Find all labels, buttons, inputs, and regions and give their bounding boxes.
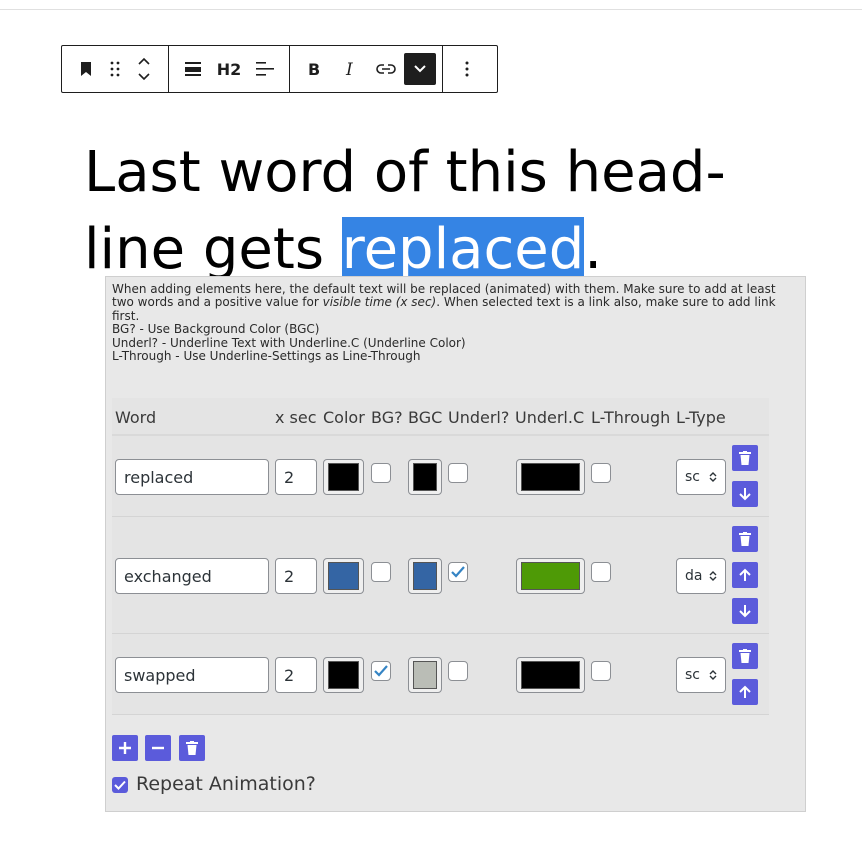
more-rich-text-icon[interactable]	[404, 53, 436, 85]
delete-row-button[interactable]	[732, 445, 758, 471]
svg-text:I: I	[345, 61, 353, 77]
line-through-checkbox[interactable]	[591, 661, 611, 681]
col-header-word: Word	[115, 408, 157, 427]
xsec-input[interactable]: 2	[275, 558, 317, 594]
color-swatch[interactable]	[323, 558, 364, 594]
xsec-input[interactable]: 2	[275, 657, 317, 693]
headline-line1: Last word of this head-	[84, 140, 726, 205]
xsec-input[interactable]: 2	[275, 459, 317, 495]
move-up-button[interactable]	[732, 679, 758, 705]
bookmark-icon[interactable]	[68, 51, 104, 87]
line-type-select[interactable]: da	[676, 558, 726, 594]
note-emphasis: visible time (x sec)	[322, 295, 437, 310]
add-row-button[interactable]	[112, 735, 138, 761]
delete-all-button[interactable]	[179, 735, 205, 761]
top-divider	[0, 9, 862, 10]
repeat-animation-checkbox[interactable]	[112, 777, 128, 793]
move-up-down-icon[interactable]	[126, 51, 162, 87]
italic-icon[interactable]: I	[332, 51, 368, 87]
line-type-value: da	[685, 568, 703, 584]
note-line: first.	[112, 308, 140, 323]
headline-line2: line gets	[84, 217, 342, 282]
line-through-checkbox[interactable]	[591, 463, 611, 483]
bgc-swatch[interactable]	[408, 558, 442, 594]
note-line: two words and a positive value for	[112, 295, 319, 310]
line-type-value: sc	[685, 667, 700, 683]
underline-color-swatch[interactable]	[516, 459, 585, 495]
selected-word[interactable]: replaced	[341, 217, 585, 282]
toolbar-group-block	[62, 46, 169, 92]
bg-checkbox[interactable]	[371, 463, 391, 483]
link-icon[interactable]	[368, 51, 404, 87]
note-line: . When selected text is a link also, mak…	[436, 295, 776, 310]
toolbar-group-options	[443, 46, 491, 92]
bold-icon[interactable]: B	[296, 51, 332, 87]
words-table: Word x sec Color BG? BGC Underl? Underl.…	[112, 398, 769, 715]
word-replace-panel: When adding elements here, the default t…	[105, 276, 806, 812]
line-through-checkbox[interactable]	[591, 562, 611, 582]
delete-row-button[interactable]	[732, 643, 758, 669]
svg-text:B: B	[308, 61, 320, 77]
underline-checkbox[interactable]	[448, 661, 468, 681]
bg-checkbox[interactable]	[371, 562, 391, 582]
align-icon[interactable]	[175, 51, 211, 87]
remove-row-button[interactable]	[145, 735, 171, 761]
word-input[interactable]: replaced	[115, 459, 269, 495]
move-down-button[interactable]	[732, 598, 758, 624]
col-header-color: Color	[323, 408, 365, 427]
line-type-select[interactable]: sc	[676, 657, 726, 693]
toolbar-group-format: B I	[290, 46, 443, 92]
row-divider	[112, 714, 769, 715]
bg-checkbox[interactable]	[371, 661, 391, 681]
note-line: BG? - Use Background Color (BGC)	[112, 322, 320, 337]
block-toolbar: H2 B I	[61, 45, 498, 93]
color-swatch[interactable]	[323, 657, 364, 693]
col-header-xsec: x sec	[275, 408, 317, 427]
toolbar-group-heading: H2	[169, 46, 290, 92]
col-header-ltype: L-Type	[676, 408, 726, 427]
headline-period: .	[584, 217, 603, 282]
headline[interactable]: Last word of this head-line gets replace…	[84, 134, 784, 288]
line-type-select[interactable]: sc	[676, 459, 726, 495]
word-input[interactable]: exchanged	[115, 558, 269, 594]
drag-handle-icon[interactable]	[104, 51, 126, 87]
heading-level-button[interactable]: H2	[211, 51, 247, 87]
options-icon[interactable]	[449, 51, 485, 87]
col-header-lthrough: L-Through	[591, 408, 671, 427]
instructions-note: When adding elements here, the default t…	[112, 282, 792, 364]
note-line: When adding elements here, the default t…	[112, 282, 776, 296]
move-up-button[interactable]	[732, 562, 758, 588]
row-divider	[112, 633, 769, 634]
col-header-underlc: Underl.C	[515, 408, 585, 427]
row-divider	[112, 516, 769, 517]
bgc-swatch[interactable]	[408, 459, 442, 495]
col-header-bgc: BGC	[408, 408, 443, 427]
text-align-icon[interactable]	[247, 51, 283, 87]
header-divider	[112, 434, 769, 436]
underline-checkbox[interactable]	[448, 562, 468, 582]
delete-row-button[interactable]	[732, 526, 758, 552]
col-header-bg: BG?	[371, 408, 403, 427]
col-header-underl: Underl?	[448, 408, 510, 427]
color-swatch[interactable]	[323, 459, 364, 495]
repeat-animation-label: Repeat Animation?	[136, 773, 316, 795]
underline-checkbox[interactable]	[448, 463, 468, 483]
note-line: Underl? - Underline Text with Underline.…	[112, 335, 466, 350]
underline-color-swatch[interactable]	[516, 558, 585, 594]
word-input[interactable]: swapped	[115, 657, 269, 693]
line-type-value: sc	[685, 469, 700, 485]
note-line: L-Through - Use Underline-Settings as Li…	[112, 349, 421, 364]
bgc-swatch[interactable]	[408, 657, 442, 693]
underline-color-swatch[interactable]	[516, 657, 585, 693]
move-down-button[interactable]	[732, 481, 758, 507]
